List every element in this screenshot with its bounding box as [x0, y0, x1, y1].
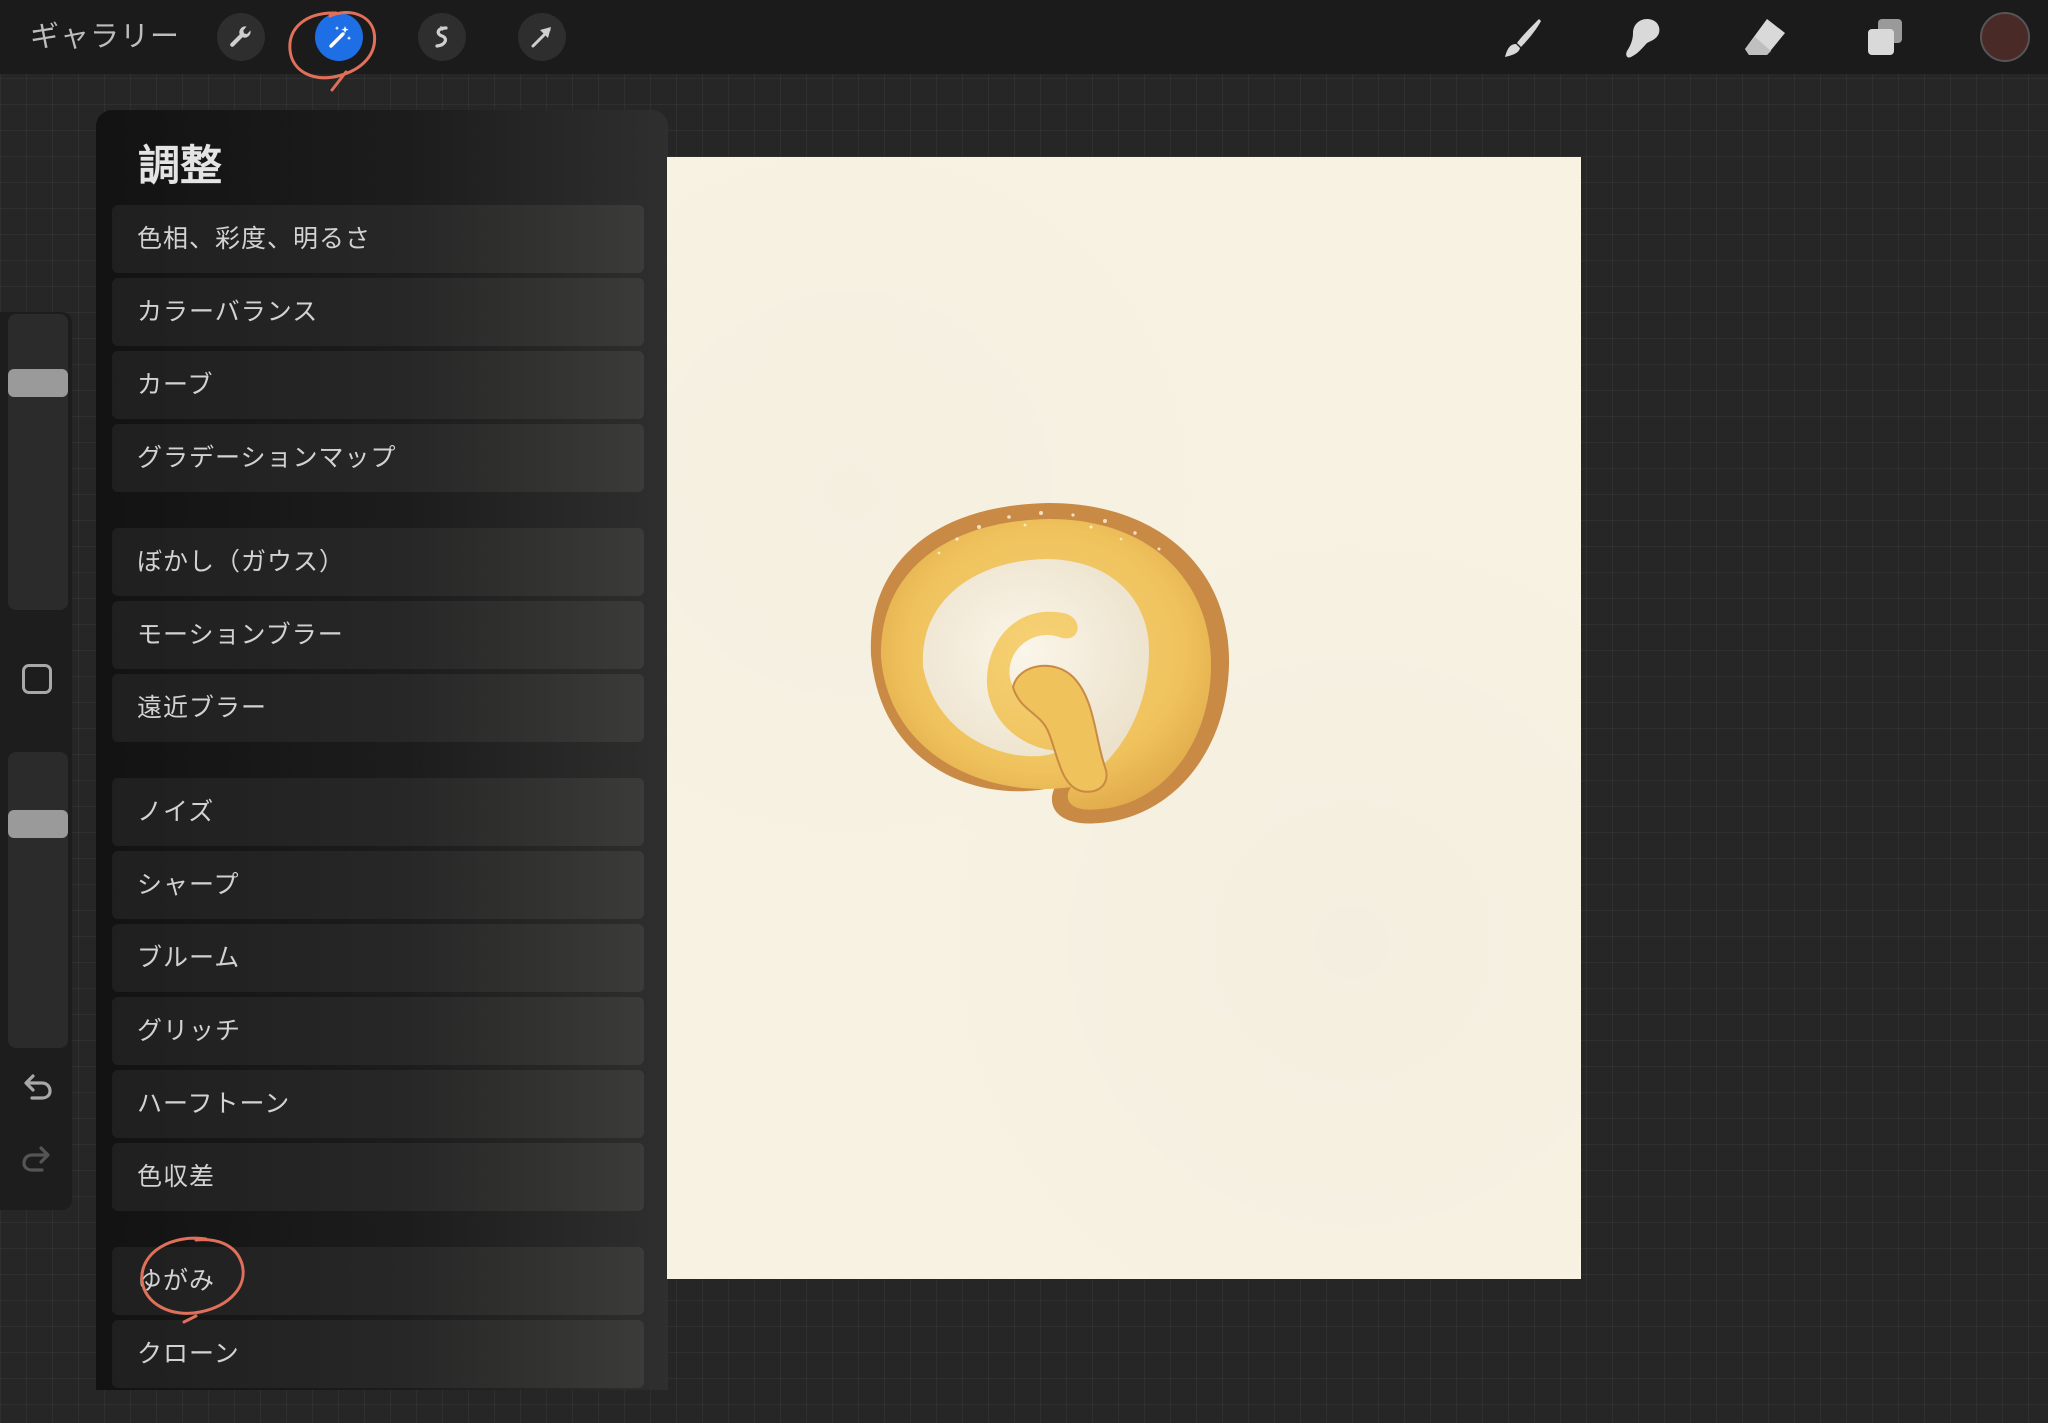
- transform-arrow-icon[interactable]: [518, 13, 566, 61]
- menu-item-sharpen[interactable]: シャープ: [112, 851, 644, 919]
- panel-title: 調整: [138, 141, 223, 190]
- brush-size-thumb[interactable]: [8, 369, 68, 397]
- gallery-button[interactable]: ギャラリー: [30, 16, 180, 56]
- opacity-slider[interactable]: [8, 752, 68, 1048]
- menu-item-noise[interactable]: ノイズ: [112, 778, 644, 846]
- magic-wand-icon[interactable]: [315, 13, 363, 61]
- adjustments-panel: 調整 色相、彩度、明るさ カラーバランス カーブ グラデーションマップ ぼかし（…: [96, 110, 668, 1390]
- eraser-icon[interactable]: [1736, 10, 1792, 66]
- layers-icon[interactable]: [1857, 10, 1913, 66]
- modify-button[interactable]: [22, 664, 52, 694]
- menu-item-halftone[interactable]: ハーフトーン: [112, 1070, 644, 1138]
- smudge-icon[interactable]: [1614, 10, 1670, 66]
- menu-item-perspective-blur[interactable]: 遠近ブラー: [112, 674, 644, 742]
- menu-item-gradient-map[interactable]: グラデーションマップ: [112, 424, 644, 492]
- redo-icon[interactable]: [18, 1142, 56, 1180]
- menu-item-motion-blur[interactable]: モーションブラー: [112, 601, 644, 669]
- brush-size-slider[interactable]: [8, 314, 68, 610]
- top-toolbar: ギャラリー: [0, 0, 2048, 92]
- selection-icon[interactable]: [418, 13, 466, 61]
- brush-icon[interactable]: [1494, 10, 1550, 66]
- menu-item-clone[interactable]: クローン: [112, 1320, 644, 1388]
- menu-item-hue-saturation-brightness[interactable]: 色相、彩度、明るさ: [112, 205, 644, 273]
- menu-item-color-balance[interactable]: カラーバランス: [112, 278, 644, 346]
- drawing-canvas[interactable]: [667, 157, 1581, 1279]
- menu-item-liquify[interactable]: ゆがみ: [112, 1247, 644, 1315]
- menu-item-gaussian-blur[interactable]: ぼかし（ガウス）: [112, 528, 644, 596]
- procreate-app: ギャラリー 調整 色相、彩度、明るさ カラーバランス カーブ グラデーションマッ…: [0, 0, 2048, 1423]
- menu-item-bloom[interactable]: ブルーム: [112, 924, 644, 992]
- color-picker-swatch[interactable]: [1980, 12, 2030, 62]
- menu-item-chromatic-aberration[interactable]: 色収差: [112, 1143, 644, 1211]
- menu-item-curves[interactable]: カーブ: [112, 351, 644, 419]
- wrench-icon[interactable]: [217, 13, 265, 61]
- left-sidebar: [0, 312, 72, 1210]
- opacity-thumb[interactable]: [8, 810, 68, 838]
- menu-item-glitch[interactable]: グリッチ: [112, 997, 644, 1065]
- undo-icon[interactable]: [18, 1070, 56, 1108]
- swiss-roll-artwork: [870, 503, 1230, 824]
